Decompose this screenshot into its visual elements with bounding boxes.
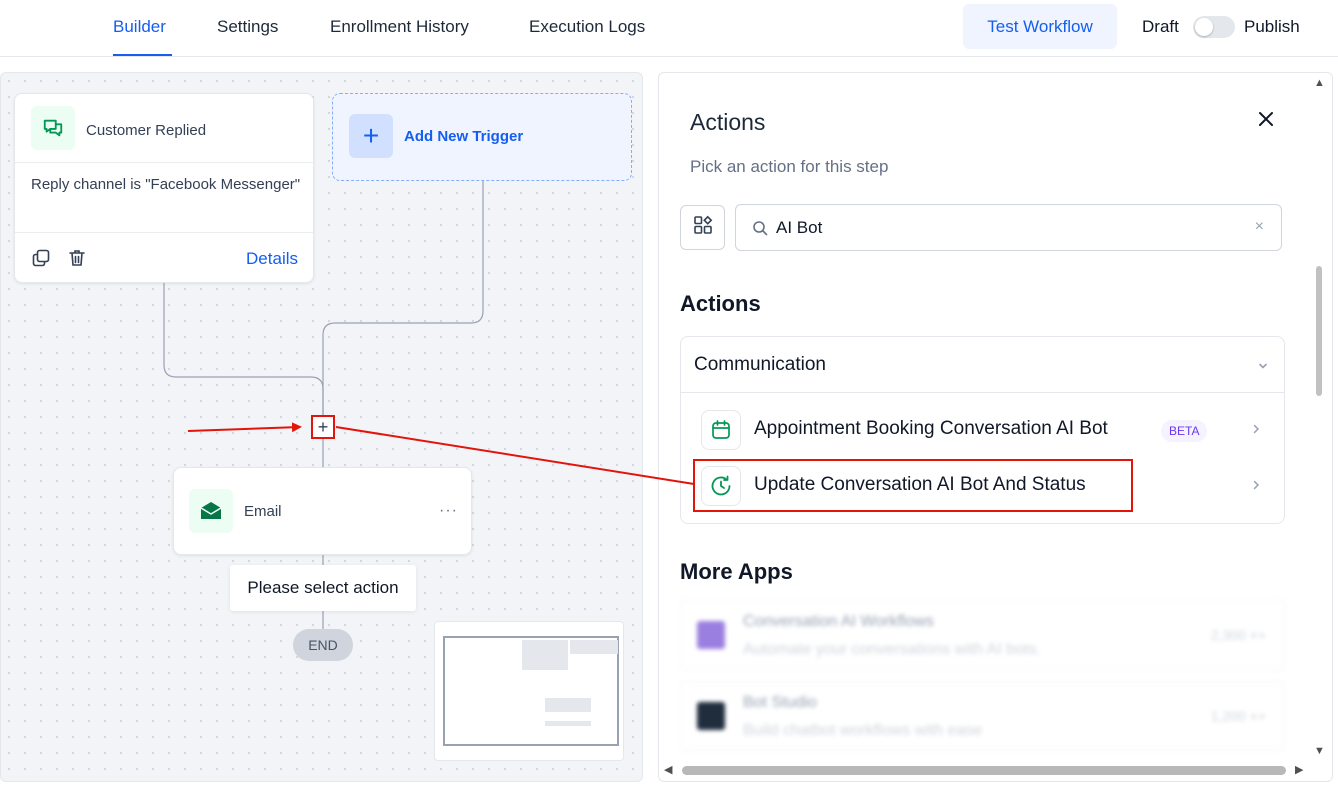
publish-toggle[interactable] [1193, 16, 1235, 38]
copy-icon[interactable] [31, 248, 51, 273]
clock-refresh-icon [701, 466, 741, 506]
beta-badge: BETA [1161, 420, 1208, 442]
scroll-right-arrow-icon[interactable]: ▶ [1295, 765, 1303, 776]
app-name: Conversation AI Workflows [743, 613, 934, 630]
toggle-knob [1195, 18, 1213, 36]
add-new-trigger-button[interactable]: + Add New Trigger [332, 93, 632, 181]
draft-label: Draft [1142, 17, 1179, 36]
app-logo-icon [697, 702, 725, 730]
app-description: Build chatbot workflows with ease [743, 722, 983, 739]
trash-icon[interactable] [67, 248, 87, 273]
test-workflow-button[interactable]: Test Workflow [963, 4, 1117, 49]
panel-title: Actions [690, 109, 766, 135]
app-card[interactable]: Bot Studio Build chatbot workflows with … [680, 681, 1285, 751]
search-icon [752, 220, 768, 241]
action-item-update-conversation-ai-bot[interactable]: Update Conversation AI Bot And Status [681, 457, 1284, 509]
plus-icon: + [349, 114, 393, 158]
action-item-appointment-booking-ai-bot[interactable]: Appointment Booking Conversation AI Bot … [681, 401, 1284, 453]
trigger-title: Customer Replied [86, 122, 207, 139]
scroll-down-arrow-icon[interactable]: ▼ [1314, 746, 1325, 757]
tab-execution-logs[interactable]: Execution Logs [529, 17, 645, 37]
minimap-node [545, 698, 591, 712]
action-item-label: Update Conversation AI Bot And Status [754, 474, 1086, 495]
select-action-tooltip: Please select action [230, 565, 416, 611]
horizontal-scrollbar[interactable]: ◀ ▶ [662, 762, 1310, 778]
workflow-canvas[interactable]: Customer Replied Reply channel is "Faceb… [0, 72, 643, 782]
action-item-label: Appointment Booking Conversation AI Bot [754, 418, 1108, 439]
envelope-icon [189, 489, 233, 533]
search-input[interactable]: AI Bot × [735, 204, 1282, 251]
scrollbar-thumb[interactable] [1316, 266, 1322, 396]
more-options-icon[interactable]: ··· [439, 502, 458, 520]
minimap-node [522, 640, 568, 670]
more-apps-heading: More Apps [680, 559, 793, 584]
scroll-up-arrow-icon[interactable]: ▲ [1314, 78, 1325, 89]
app-name: Bot Studio [743, 694, 817, 711]
top-nav: Builder Settings Enrollment History Exec… [0, 0, 1338, 57]
active-tab-indicator [113, 54, 172, 56]
action-node-email[interactable]: Email ··· [173, 467, 472, 555]
actions-heading: Actions [680, 291, 761, 316]
chevron-right-icon [1251, 478, 1261, 496]
apps-grid-icon [693, 215, 713, 240]
app-grid-button[interactable] [680, 205, 725, 250]
minimap[interactable] [434, 621, 624, 761]
chat-bubbles-icon [31, 106, 75, 150]
communication-group-header[interactable]: Communication [681, 337, 1284, 393]
calendar-icon [701, 410, 741, 450]
tab-enrollment-history[interactable]: Enrollment History [330, 17, 469, 37]
chevron-right-icon [1251, 422, 1261, 440]
tab-builder[interactable]: Builder [113, 17, 166, 37]
add-step-button[interactable]: + [311, 415, 335, 439]
app-logo-icon [697, 621, 725, 649]
divider [15, 162, 313, 163]
scrollbar-thumb[interactable] [682, 766, 1286, 775]
vertical-scrollbar[interactable]: ▲ ▼ [1312, 76, 1328, 760]
clear-search-icon[interactable]: × [1255, 218, 1264, 236]
group-label: Communication [694, 354, 826, 375]
actions-panel: Actions Pick an action for this step AI … [658, 72, 1333, 782]
trigger-card-customer-replied[interactable]: Customer Replied Reply channel is "Faceb… [14, 93, 314, 283]
search-value: AI Bot [776, 218, 823, 237]
add-trigger-label: Add New Trigger [404, 128, 524, 145]
action-node-title: Email [244, 503, 282, 520]
divider [15, 232, 313, 233]
app-meta: 2,300 ++ [1210, 627, 1266, 643]
app-card[interactable]: Conversation AI Workflows Automate your … [680, 600, 1285, 670]
trigger-condition: Reply channel is "Facebook Messenger" [31, 176, 301, 193]
chevron-down-icon [1257, 359, 1269, 377]
panel-subtitle: Pick an action for this step [690, 157, 889, 176]
close-icon[interactable] [1257, 110, 1275, 133]
app-description: Automate your conversations with AI bots… [743, 641, 1041, 658]
details-link[interactable]: Details [246, 249, 298, 269]
minimap-node [545, 721, 591, 726]
end-node: END [293, 629, 353, 661]
scroll-left-arrow-icon[interactable]: ◀ [664, 765, 672, 776]
publish-label: Publish [1244, 17, 1300, 36]
minimap-node [570, 640, 618, 654]
tab-settings[interactable]: Settings [217, 17, 278, 37]
app-meta: 1,200 ++ [1210, 708, 1266, 724]
communication-group: Communication Appointment Booking Conver… [680, 336, 1285, 524]
